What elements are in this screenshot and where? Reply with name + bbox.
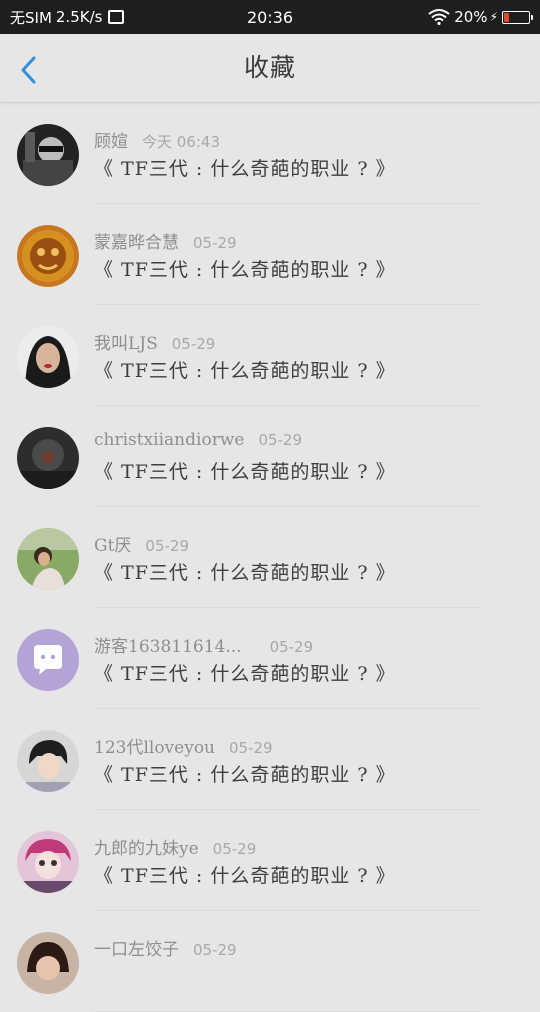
item-title: 《 TF三代 : 什么奇葩的职业 ? 》: [94, 562, 396, 584]
item-title: 《 TF三代 : 什么奇葩的职业 ? 》: [94, 865, 396, 887]
status-bar: 无SIM 2.5K/s 20:36 20% ⚡: [0, 0, 540, 34]
timestamp: 05-29: [269, 638, 314, 656]
timestamp: 05-29: [193, 941, 237, 959]
timestamp: 05-29: [145, 537, 190, 555]
timestamp: 05-29: [229, 739, 273, 757]
avatar: [17, 932, 79, 994]
list-item[interactable]: Gt厌 05-29 《 TF三代 : 什么奇葩的职业 ? 》: [0, 507, 540, 608]
avatar: [17, 124, 79, 186]
username[interactable]: 九郎的九妹ye: [94, 834, 199, 859]
list-item[interactable]: 一口左饺子 05-29: [0, 911, 540, 1012]
favorites-list: 顾媗 今天 06:43 《 TF三代 : 什么奇葩的职业 ? 》 蒙嘉晔合慧 0…: [0, 103, 540, 1012]
list-item[interactable]: christxiiandiorwe 05-29 《 TF三代 : 什么奇葩的职业…: [0, 406, 540, 507]
username[interactable]: christxiiandiorwe: [94, 430, 244, 450]
page-title: 收藏: [243, 53, 296, 82]
timestamp: 05-29: [171, 335, 216, 353]
avatar: [17, 427, 79, 489]
item-title: 《 TF三代 : 什么奇葩的职业 ? 》: [94, 158, 396, 180]
item-meta: Gt厌 05-29: [94, 531, 189, 556]
battery-icon: [502, 10, 533, 24]
username[interactable]: Gt厌: [94, 531, 131, 556]
username[interactable]: 123代lloveyou: [94, 733, 215, 758]
battery-percent: 20%: [454, 8, 488, 26]
list-item[interactable]: 123代lloveyou 05-29 《 TF三代 : 什么奇葩的职业 ? 》: [0, 709, 540, 810]
battery-level: [504, 12, 510, 22]
username[interactable]: 顾媗: [94, 127, 128, 152]
screenshot-icon: [108, 10, 125, 24]
item-meta: 游客163811614... 05-29: [94, 632, 313, 657]
item-title: 《 TF三代 : 什么奇葩的职业 ? 》: [94, 663, 396, 685]
username[interactable]: 我叫LJS: [94, 329, 158, 354]
item-title: 《 TF三代 : 什么奇葩的职业 ? 》: [94, 461, 396, 483]
item-title: 《 TF三代 : 什么奇葩的职业 ? 》: [94, 764, 396, 786]
status-right: 20% ⚡: [428, 8, 533, 26]
default-avatar-icon: [17, 629, 79, 691]
item-meta: 九郎的九妹ye 05-29: [94, 834, 256, 859]
status-left: 无SIM 2.5K/s: [10, 7, 125, 28]
wifi-icon: [428, 9, 450, 25]
list-item[interactable]: 顾媗 今天 06:43 《 TF三代 : 什么奇葩的职业 ? 》: [0, 103, 540, 204]
avatar: [17, 326, 79, 388]
item-title: 《 TF三代 : 什么奇葩的职业 ? 》: [94, 360, 396, 382]
list-item[interactable]: 我叫LJS 05-29 《 TF三代 : 什么奇葩的职业 ? 》: [0, 305, 540, 406]
avatar: [17, 528, 79, 590]
item-meta: 蒙嘉晔合慧 05-29: [94, 228, 237, 253]
item-meta: 123代lloveyou 05-29: [94, 733, 273, 758]
avatar: [17, 225, 79, 287]
timestamp: 05-29: [212, 840, 257, 858]
list-item[interactable]: 游客163811614... 05-29 《 TF三代 : 什么奇葩的职业 ? …: [0, 608, 540, 709]
charging-icon: ⚡: [489, 10, 498, 24]
carrier-label: 无SIM: [10, 8, 52, 27]
timestamp: 05-29: [258, 431, 303, 449]
list-item[interactable]: 九郎的九妹ye 05-29 《 TF三代 : 什么奇葩的职业 ? 》: [0, 810, 540, 911]
username[interactable]: 一口左饺子: [94, 935, 179, 960]
item-meta: 一口左饺子 05-29: [94, 935, 237, 960]
timestamp: 今天 06:43: [142, 133, 220, 151]
item-meta: 顾媗 今天 06:43: [94, 127, 220, 152]
item-meta: christxiiandiorwe 05-29: [94, 430, 302, 450]
avatar: [17, 730, 79, 792]
item-title: 《 TF三代 : 什么奇葩的职业 ? 》: [94, 259, 396, 281]
app-header: 收藏: [0, 34, 540, 103]
network-speed: 2.5K/s: [55, 8, 103, 26]
item-meta: 我叫LJS 05-29: [94, 329, 215, 354]
list-item[interactable]: 蒙嘉晔合慧 05-29 《 TF三代 : 什么奇葩的职业 ? 》: [0, 204, 540, 305]
username[interactable]: 游客163811614...: [94, 632, 242, 657]
avatar: [17, 831, 79, 893]
username[interactable]: 蒙嘉晔合慧: [94, 228, 179, 253]
avatar: [17, 629, 79, 691]
timestamp: 05-29: [193, 234, 237, 252]
